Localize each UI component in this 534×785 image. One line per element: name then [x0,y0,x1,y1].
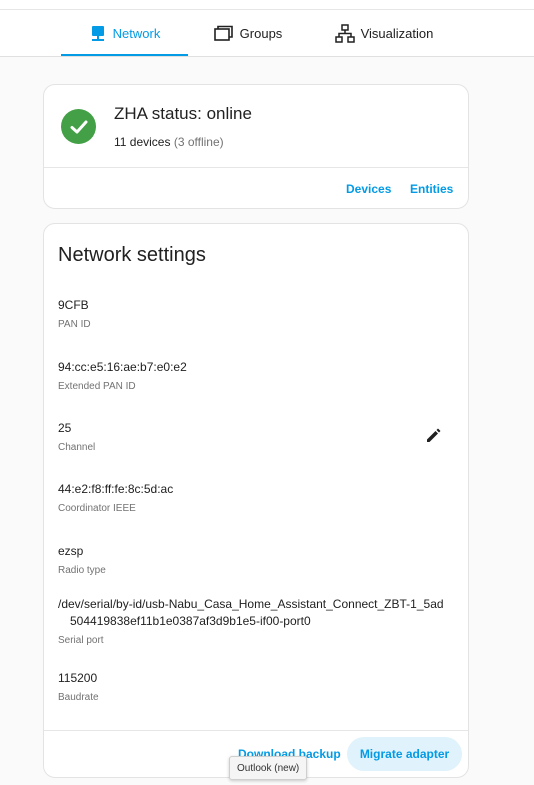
entities-button[interactable]: Entities [410,182,453,196]
serial-port-label: Serial port [58,635,104,646]
tab-network[interactable]: Network [61,10,188,57]
coordinator-ieee-label: Coordinator IEEE [58,503,136,514]
pan-id-field: 9CFB PAN ID [58,297,458,330]
groups-icon [213,25,234,43]
serial-port-value: /dev/serial/by-id/usb-Nabu_Casa_Home_Ass… [58,596,458,630]
channel-value: 25 [58,421,72,435]
serial-port-value-line2: 504419838ef11b1e0387af3d9b1e5-if00-port0 [70,614,311,628]
pan-id-label: PAN ID [58,319,91,330]
check-circle-icon [61,109,96,144]
coordinator-ieee-value: 44:e2:f8:ff:fe:8c:5d:ac [58,482,174,496]
extended-pan-id-field: 94:cc:e5:16:ae:b7:e0:e2 Extended PAN ID [58,359,458,392]
baudrate-field: 115200 Baudrate [58,670,458,703]
radio-type-label: Radio type [58,565,106,576]
network-settings-card: Network settings 9CFB PAN ID 94:cc:e5:16… [43,223,469,778]
visualization-icon [334,23,355,44]
offline-count: (3 offline) [173,135,224,149]
extended-pan-id-label: Extended PAN ID [58,381,136,392]
network-icon [89,25,107,43]
tab-visualization[interactable]: Visualization [334,10,434,57]
baudrate-value: 115200 [58,671,98,685]
settings-card-divider [44,730,468,731]
edit-channel-icon[interactable] [425,426,443,449]
baudrate-label: Baudrate [58,692,99,703]
tab-visualization-label: Visualization [360,26,434,41]
radio-type-value: ezsp [58,544,84,558]
coordinator-ieee-field: 44:e2:f8:ff:fe:8c:5d:ac Coordinator IEEE [58,481,458,514]
tab-network-label: Network [112,26,161,41]
device-count: 11 devices (3 offline) [114,135,224,149]
serial-port-value-line1: /dev/serial/by-id/usb-Nabu_Casa_Home_Ass… [58,597,444,611]
device-count-text: 11 devices [114,135,171,149]
settings-title: Network settings [58,244,206,266]
tab-groups-label: Groups [239,26,283,41]
pan-id-value: 9CFB [58,298,89,312]
devices-button[interactable]: Devices [346,182,391,196]
migrate-adapter-button[interactable]: Migrate adapter [347,737,462,771]
extended-pan-id-value: 94:cc:e5:16:ae:b7:e0:e2 [58,360,187,374]
zha-status-card: ZHA status: online 11 devices (3 offline… [43,84,469,209]
channel-field: 25 Channel [58,420,458,453]
active-tab-indicator [61,54,188,56]
tab-groups[interactable]: Groups [212,10,284,57]
radio-type-field: ezsp Radio type [58,543,458,576]
card-divider [44,167,468,168]
serial-port-field: /dev/serial/by-id/usb-Nabu_Casa_Home_Ass… [58,596,458,646]
taskbar-tooltip: Outlook (new) [229,756,308,780]
status-title: ZHA status: online [114,104,252,123]
channel-label: Channel [58,442,96,453]
tab-bar: Network Groups Visualization [0,0,534,57]
